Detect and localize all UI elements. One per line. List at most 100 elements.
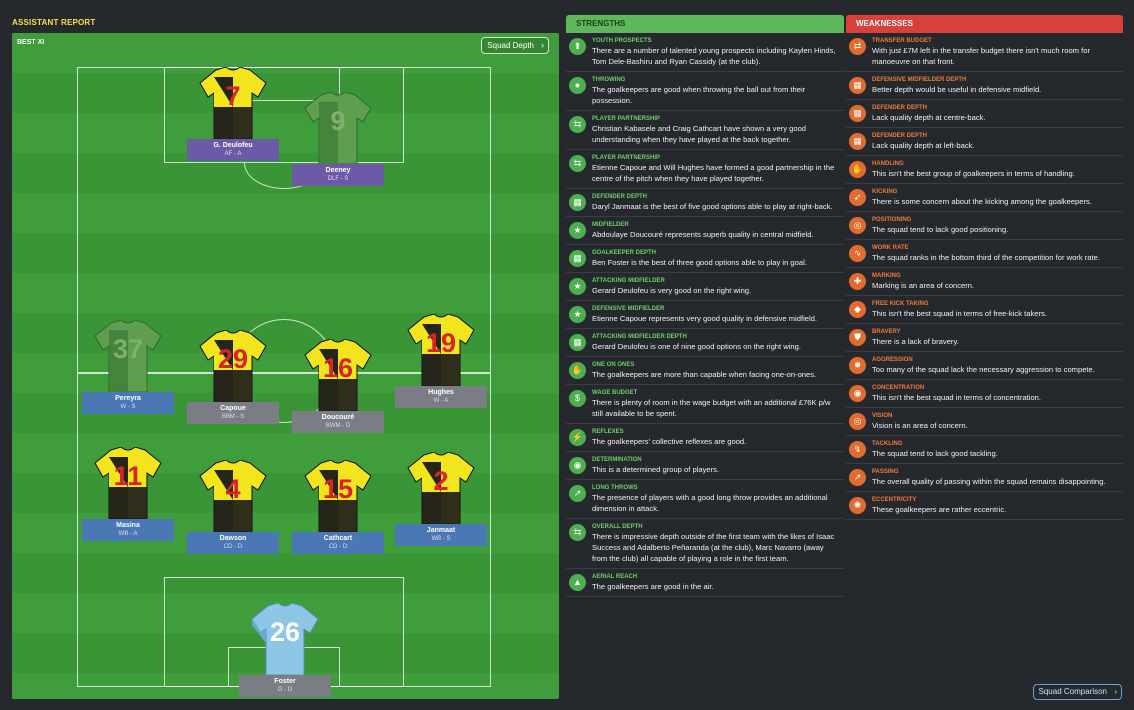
weaknesse-item[interactable]: ◎ VISION Vision is an area of concern. xyxy=(846,408,1123,436)
strength-item[interactable]: ⇆ PLAYER PARTNERSHIP Etienne Capoue and Wi… xyxy=(566,150,844,189)
player-name: Deeney xyxy=(325,167,351,174)
shirt-icon: 4 xyxy=(198,460,268,532)
item-category: ATTACKING MIDFIELDER xyxy=(592,278,665,284)
strength-item[interactable]: ▦ ATTACKING MIDFIELDER DEPTH Gerard Deulof… xyxy=(566,329,844,357)
weaknesse-item[interactable]: ▦ DEFENDER DEPTH Lack quality depth at lef… xyxy=(846,128,1123,156)
shirt-number: 15 xyxy=(322,474,354,504)
weaknesse-item[interactable]: ▦ DEFENDER DEPTH Lack quality depth at cen… xyxy=(846,100,1123,128)
squad-depth-button[interactable]: Squad Depth › xyxy=(481,37,549,54)
player-name: Janmaat xyxy=(426,527,456,534)
player-card[interactable]: 37 Pereyra W - S xyxy=(82,320,174,414)
strength-item[interactable]: ★ ATTACKING MIDFIELDER Gerard Deulofeu is … xyxy=(566,273,844,301)
strength-item[interactable]: ● THROWING The goalkeepers are good when t… xyxy=(566,72,844,111)
weaknesse-item[interactable]: ∿ WORK RATE The squad ranks in the bottom … xyxy=(846,240,1123,268)
player-name: Foster xyxy=(274,678,296,685)
player-card[interactable]: 11 Masina WB - A xyxy=(82,447,174,541)
item-category: TACKLING xyxy=(872,441,903,447)
item-text: With just £7M left in the transfer budge… xyxy=(872,46,1090,66)
weaknesse-item[interactable]: ✸ AGGRESSION Too many of the squad lack th… xyxy=(846,352,1123,380)
weaknesse-item[interactable]: ⇄ TRANSFER BUDGET With just £7M left in th… xyxy=(846,33,1123,72)
chevron-right-icon: › xyxy=(541,40,544,50)
item-category: PASSING xyxy=(872,469,899,475)
player-name: Hughes xyxy=(428,389,454,396)
player-role: BWM - D xyxy=(325,423,351,429)
player-role: W - S xyxy=(120,404,136,410)
strength-item[interactable]: ▦ GOALKEEPER DEPTH Ben Foster is the best … xyxy=(566,245,844,273)
item-category: WAGE BUDGET xyxy=(592,390,638,396)
item-category: ATTACKING MIDFIELDER DEPTH xyxy=(592,334,687,340)
item-text: Too many of the squad lack the necessary… xyxy=(872,365,1095,374)
item-text: The squad tend to lack good positioning. xyxy=(872,225,1009,234)
depth-icon: ▦ xyxy=(569,250,586,267)
item-category: DEFENDER DEPTH xyxy=(872,105,928,111)
item-category: CONCENTRATION xyxy=(872,385,925,391)
strength-item[interactable]: ▲ AERIAL REACH The goalkeepers are good in… xyxy=(566,569,844,597)
item-text: Lack quality depth at left-back. xyxy=(872,141,975,150)
weaknesse-item[interactable]: ◆ FREE KICK TAKING This isn't the best squ… xyxy=(846,296,1123,324)
throwing-icon: ● xyxy=(569,77,586,94)
player-card[interactable]: 7 G. Deulofeu AF - A xyxy=(187,67,279,161)
weaknesse-item[interactable]: ↗ PASSING The overall quality of passing w… xyxy=(846,464,1123,492)
weaknesse-item[interactable]: ▦ DEFENSIVE MIDFIELDER DEPTH Better depth … xyxy=(846,72,1123,100)
transfer-icon: ⇄ xyxy=(849,38,866,55)
strength-item[interactable]: ↗ LONG THROWS The presence of players with… xyxy=(566,480,844,519)
item-text: Lack quality depth at centre-back. xyxy=(872,113,986,122)
shirt-number: 9 xyxy=(330,106,346,136)
shirt-icon: 37 xyxy=(93,320,163,392)
item-category: HANDLING xyxy=(872,161,904,167)
shirt-number: 4 xyxy=(225,474,241,504)
player-card[interactable]: 15 Cathcart CD - D xyxy=(292,460,384,554)
item-category: DETERMINATION xyxy=(592,457,642,463)
player-card[interactable]: 16 Doucouré BWM - D xyxy=(292,339,384,433)
strength-item[interactable]: ⚡ REFLEXES The goalkeepers' collective ref… xyxy=(566,424,844,452)
strengths-list: ⬆ YOUTH PROSPECTS There are a number of ta… xyxy=(566,33,844,685)
shirt-number: 37 xyxy=(112,334,144,364)
strength-item[interactable]: ★ DEFENSIVE MIDFIELDER Etienne Capoue repr… xyxy=(566,301,844,329)
weaknesse-item[interactable]: ↯ TACKLING The squad tend to lack good tac… xyxy=(846,436,1123,464)
weaknesse-item[interactable]: ◎ POSITIONING The squad tend to lack good … xyxy=(846,212,1123,240)
shirt-icon: 9 xyxy=(303,92,373,164)
strength-item[interactable]: ⇆ OVERALL DEPTH There is impressive depth … xyxy=(566,519,844,569)
weaknesse-item[interactable]: ✚ MARKING Marking is an area of concern. xyxy=(846,268,1123,296)
aggression-icon: ✸ xyxy=(849,357,866,374)
shirt-number: 11 xyxy=(113,461,143,491)
item-category: BRAVERY xyxy=(872,329,901,335)
squad-comparison-button[interactable]: Squad Comparison › xyxy=(1032,684,1122,700)
strength-item[interactable]: ▦ DEFENDER DEPTH Daryl Janmaat is the best… xyxy=(566,189,844,217)
item-text: The goalkeepers are good in the air. xyxy=(592,582,714,591)
item-category: REFLEXES xyxy=(592,429,624,435)
depth-icon: ▦ xyxy=(569,194,586,211)
aerial-icon: ▲ xyxy=(569,574,586,591)
partnership-icon: ⇆ xyxy=(569,116,586,133)
weaknesse-item[interactable]: ✋ HANDLING This isn't the best group of go… xyxy=(846,156,1123,184)
eccentricity-icon: ✺ xyxy=(849,497,866,514)
strength-item[interactable]: ◉ DETERMINATION This is a determined group… xyxy=(566,452,844,480)
player-card[interactable]: 26 Foster G - D xyxy=(239,603,331,697)
shirt-icon: 2 xyxy=(406,452,476,524)
partnership-icon: ⇆ xyxy=(569,524,586,541)
player-card[interactable]: 4 Dawson CD - D xyxy=(187,460,279,554)
strength-item[interactable]: ⬆ YOUTH PROSPECTS There are a number of ta… xyxy=(566,33,844,72)
strength-item[interactable]: ✋ ONE ON ONES The goalkeepers are more tha… xyxy=(566,357,844,385)
strength-item[interactable]: ★ MIDFIELDER Abdoulaye Doucouré represents… xyxy=(566,217,844,245)
weaknesse-item[interactable]: ⛊ BRAVERY There is a lack of bravery. xyxy=(846,324,1123,352)
weaknesse-item[interactable]: ✺ ECCENTRICITY These goalkeepers are rathe… xyxy=(846,492,1123,520)
player-role: W - A xyxy=(433,398,449,404)
weaknesse-item[interactable]: ◉ CONCENTRATION This isn't the best squad … xyxy=(846,380,1123,408)
weaknesse-item[interactable]: ➹ KICKING There is some concern about the … xyxy=(846,184,1123,212)
shirt-icon: 7 xyxy=(198,67,268,139)
player-card[interactable]: 19 Hughes W - A xyxy=(395,314,487,408)
item-category: YOUTH PROSPECTS xyxy=(592,38,652,44)
player-card[interactable]: 2 Janmaat WB - S xyxy=(395,452,487,546)
strength-item[interactable]: ⇆ PLAYER PARTNERSHIP Christian Kabasele an… xyxy=(566,111,844,150)
shirt-icon: 19 xyxy=(406,314,476,386)
shirt-number: 19 xyxy=(425,328,457,358)
scroll-fade xyxy=(566,660,844,684)
player-card[interactable]: 29 Capoue BBM - S xyxy=(187,330,279,424)
marking-icon: ✚ xyxy=(849,273,866,290)
strength-item[interactable]: $ WAGE BUDGET There is plenty of room in t… xyxy=(566,385,844,424)
player-card[interactable]: 9 Deeney DLF - S xyxy=(292,92,384,186)
item-text: There are a number of talented young pro… xyxy=(592,46,836,66)
item-category: DEFENDER DEPTH xyxy=(872,133,928,139)
star-icon: ★ xyxy=(569,278,586,295)
